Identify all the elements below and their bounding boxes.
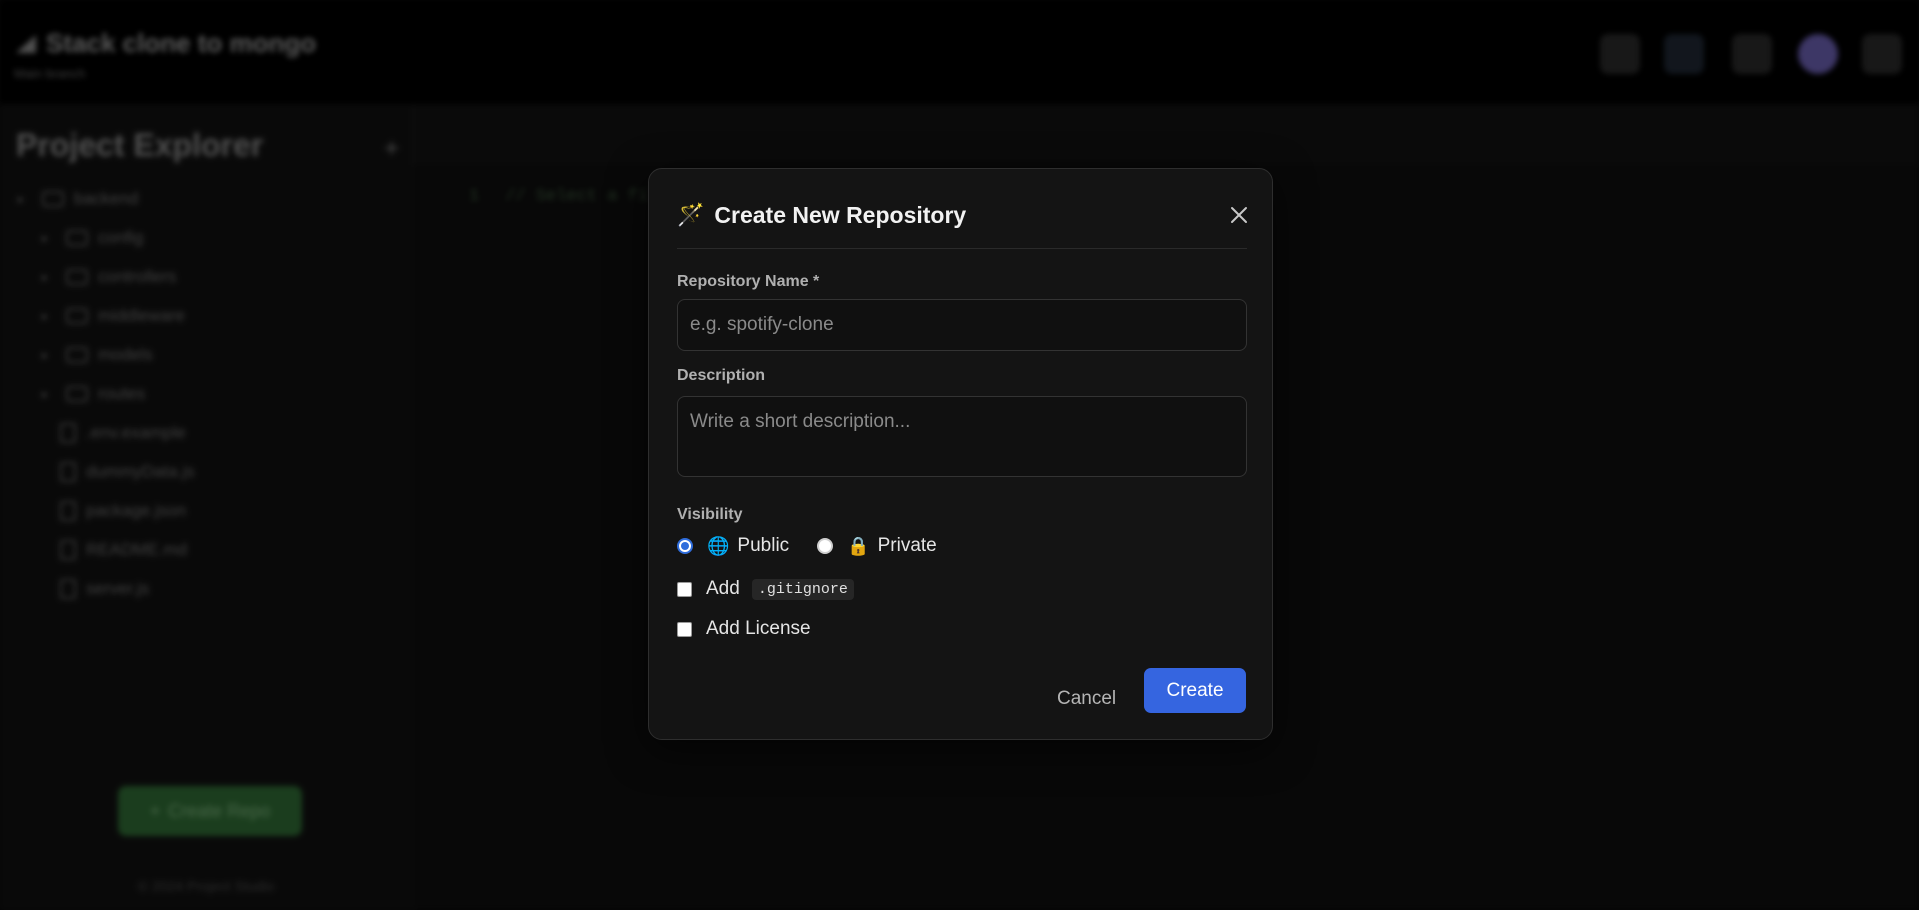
public-radio[interactable] (677, 538, 693, 554)
create-repository-dialog: 🪄 Create New Repository Repository Name … (648, 168, 1273, 740)
close-icon (1231, 207, 1247, 223)
cancel-button[interactable]: Cancel (1057, 677, 1116, 721)
repository-name-label: Repository Name * (677, 273, 820, 290)
license-option[interactable]: Add License (677, 615, 811, 643)
lock-icon: 🔒 (847, 535, 870, 556)
dialog-header: 🪄 Create New Repository (677, 197, 1247, 233)
license-label[interactable]: Add License (706, 618, 811, 640)
gitignore-label[interactable]: Add (706, 578, 740, 600)
create-button[interactable]: Create (1144, 668, 1246, 713)
description-input[interactable] (677, 396, 1247, 477)
dialog-title: Create New Repository (714, 201, 967, 228)
private-radio[interactable] (817, 538, 834, 554)
header-divider (677, 248, 1247, 249)
description-label: Description (677, 367, 766, 384)
gitignore-code: .gitignore (751, 578, 854, 600)
private-label[interactable]: Private (878, 535, 937, 557)
globe-icon: 🌐 (707, 535, 730, 556)
magic-wand-icon: 🪄 (677, 202, 705, 227)
gitignore-option[interactable]: Add .gitignore (677, 575, 854, 603)
public-label[interactable]: Public (737, 535, 789, 557)
gitignore-checkbox[interactable] (677, 581, 692, 597)
repository-name-input[interactable] (677, 299, 1247, 351)
close-button[interactable] (1221, 197, 1257, 233)
visibility-label: Visibility (677, 506, 743, 523)
visibility-options: 🌐 Public 🔒 Private (677, 531, 937, 561)
license-checkbox[interactable] (677, 621, 692, 637)
